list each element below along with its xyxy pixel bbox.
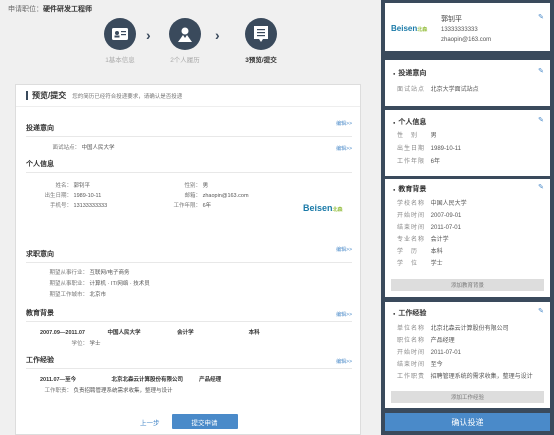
side-work-panel: 工作经验 ✎ 单位名称 北京北森云计算股份有限公司 职位名称 产品经理 开始时间… (385, 302, 550, 408)
side-education-panel: 教育背景 ✎ 学校名称 中国人民大学 开始时间 2007-09-01 结束时间 … (385, 179, 550, 297)
education-entry: 2007.09—2011.07 中国人民大学 会计学 本科 (40, 330, 260, 336)
preview-title: 预览/提交 (32, 91, 67, 100)
edit-intention-link[interactable]: 编辑>> (336, 120, 352, 127)
prev-step-link[interactable]: 上一步 (140, 417, 160, 427)
edit-personal-pencil-icon[interactable]: ✎ (538, 116, 544, 124)
step-preview-submit[interactable]: 3预览/提交 (236, 18, 286, 64)
profile-email: zhaopin@163.com (441, 37, 492, 43)
applied-position: 申请职位：硬件研发工程师 (8, 6, 92, 13)
document-icon (245, 18, 277, 50)
preview-hint: 您的简历已经符合投递要求，请确认是否投递 (72, 93, 183, 100)
chevron-right-icon: › (146, 27, 151, 43)
edit-work-pencil-icon[interactable]: ✎ (538, 307, 544, 315)
work-entry: 2011.07—至今 北京北森云计算股份有限公司 产品经理 (40, 377, 222, 383)
section-job-intention: 求职意向 编辑>> (26, 246, 352, 263)
edit-job-intention-link[interactable]: 编辑>> (336, 246, 352, 253)
side-intention-panel: 投递意向 ✎ 面试站点 北京大学面试站点 (385, 60, 550, 106)
user-icon (169, 18, 201, 50)
submit-application-button[interactable]: 提交申请 (171, 414, 238, 429)
step-basic-info[interactable]: 1基本信息 (95, 18, 145, 64)
beisen-logo: Beisen北森 (303, 203, 343, 213)
beisen-logo: Beisen北森 (391, 24, 428, 33)
chevron-right-icon: › (215, 27, 220, 43)
id-card-icon (104, 18, 136, 50)
intention-site: 面试站点： 中国人民大学 (52, 145, 115, 151)
preview-card: 预览/提交 您的简历已经符合投递要求，请确认是否投递 投递意向 编辑>> 面试站… (15, 84, 361, 435)
preview-header: 预览/提交 您的简历已经符合投递要求，请确认是否投递 (16, 85, 360, 107)
edit-education-pencil-icon[interactable]: ✎ (538, 183, 544, 191)
step-resume[interactable]: 2个人履历 (160, 18, 210, 64)
profile-card: Beisen北森 郭钊平 13333333333 zhaopin@163.com… (385, 3, 550, 55)
profile-name: 郭钊平 (441, 16, 462, 23)
edit-personal-link[interactable]: 编辑>> (336, 145, 352, 152)
edit-education-link[interactable]: 编辑>> (336, 311, 352, 318)
position-name: 硬件研发工程师 (43, 6, 92, 13)
side-personal-panel: 个人信息 ✎ 性 别 男 出生日期 1989-10-11 工作年限 6年 (385, 110, 550, 176)
add-work-button[interactable]: 添加工作经验 (391, 391, 544, 403)
progress-steps: 1基本信息 › 2个人履历 › 3预览/提交 (95, 18, 315, 70)
add-education-button[interactable]: 添加教育背景 (391, 279, 544, 291)
confirm-submit-button[interactable]: 确认投递 (385, 413, 550, 431)
section-intention: 投递意向 编辑>> (26, 120, 352, 137)
main-area: 申请职位：硬件研发工程师 1基本信息 › 2个人履历 › 3预览/提交 预览/提… (0, 0, 381, 435)
edit-profile-pencil-icon[interactable]: ✎ (538, 13, 544, 21)
edit-work-link[interactable]: 编辑>> (336, 358, 352, 365)
form-actions: 上一步 提交申请 (140, 414, 238, 429)
section-personal: 个人信息 编辑>> (26, 146, 352, 173)
section-education: 教育背景 编辑>> (26, 308, 352, 322)
edit-intention-pencil-icon[interactable]: ✎ (538, 67, 544, 75)
resume-sidebar: Beisen北森 郭钊平 13333333333 zhaopin@163.com… (381, 0, 554, 435)
profile-phone: 13333333333 (441, 27, 478, 33)
section-work: 工作经验 编辑>> (26, 355, 352, 369)
